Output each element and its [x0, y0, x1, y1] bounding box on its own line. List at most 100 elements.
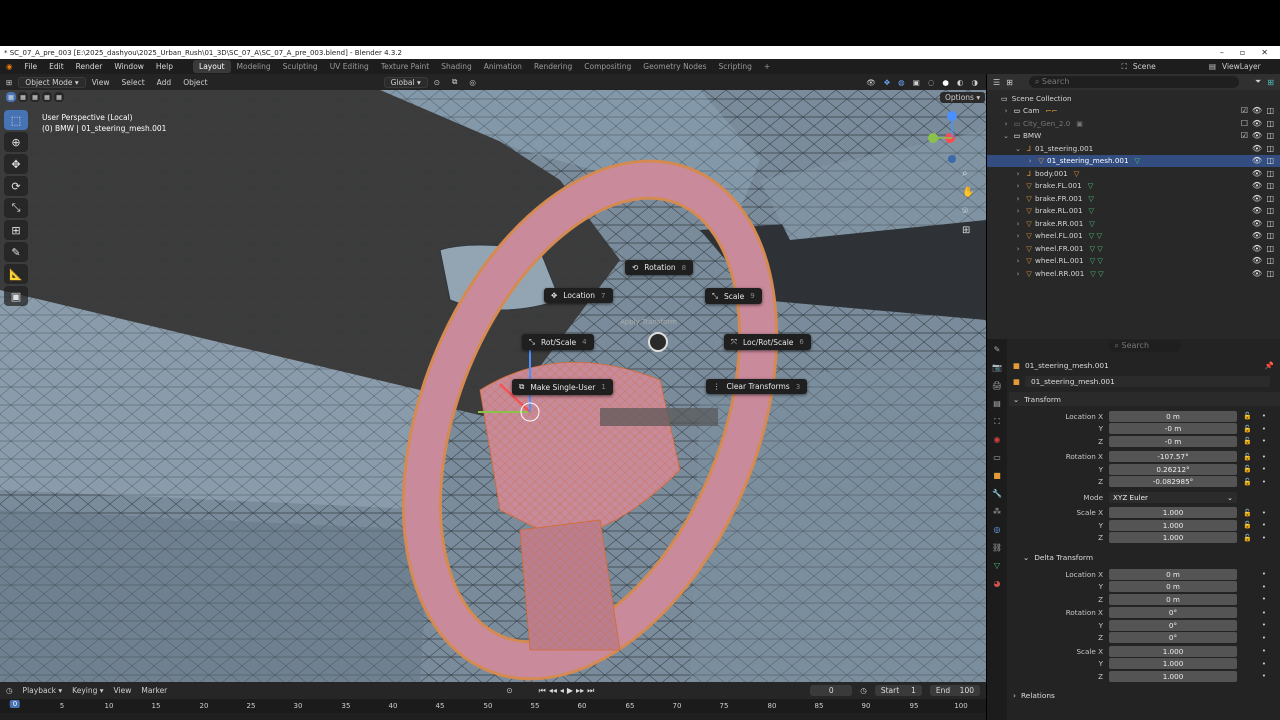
- orientation-dropdown[interactable]: Global ▾: [383, 76, 428, 88]
- tab-shading[interactable]: Shading: [435, 60, 477, 73]
- render-icon[interactable]: ◫: [1266, 169, 1274, 178]
- current-frame-field[interactable]: 0: [810, 685, 853, 696]
- delta-rotation-y-field[interactable]: 0°: [1109, 619, 1237, 631]
- solid-shading-icon[interactable]: ●: [942, 78, 949, 87]
- render-icon[interactable]: ◫: [1266, 156, 1274, 165]
- render-icon[interactable]: ◫: [1266, 131, 1274, 140]
- render-tab-icon[interactable]: 📷: [990, 363, 1004, 375]
- tab-animation[interactable]: Animation: [478, 60, 528, 73]
- pan-hand-icon[interactable]: ✋: [962, 187, 974, 198]
- play-icon[interactable]: ▶: [567, 686, 573, 696]
- outliner-row-wheel-rr[interactable]: › ▽ wheel.RR.001 ▽ ▽ 👁 ◫: [987, 267, 1280, 280]
- keyframe-dot-icon[interactable]: •: [1262, 521, 1266, 529]
- measure-icon[interactable]: 📐: [4, 264, 28, 284]
- pie-clear-transforms[interactable]: ⋮ Clear Transforms 3: [706, 379, 808, 394]
- pie-rotation[interactable]: ⟲ Rotation 8: [625, 260, 694, 275]
- pie-loc-rot-scale[interactable]: ⤧ Loc/Rot/Scale 6: [724, 334, 811, 350]
- constraints-tab-icon[interactable]: ⛓: [990, 543, 1004, 555]
- scale-z-field[interactable]: 1.000: [1109, 532, 1237, 544]
- close-icon[interactable]: ✕: [1261, 48, 1268, 57]
- menu-file[interactable]: File: [19, 62, 44, 71]
- outliner-row-body[interactable]: › ⅃ body.001 ▽ 👁 ◫: [987, 167, 1280, 180]
- rotation-y-field[interactable]: 0.26212°: [1109, 463, 1237, 475]
- scene-name[interactable]: Scene: [1133, 62, 1203, 71]
- rotate-icon[interactable]: ⟳: [4, 176, 28, 196]
- rendered-shading-icon[interactable]: ◑: [971, 78, 978, 87]
- rotation-mode-dropdown[interactable]: XYZ Euler ⌄: [1109, 491, 1237, 503]
- wireframe-shading-icon[interactable]: ◌: [928, 78, 935, 87]
- outliner-row-wheel-rl[interactable]: › ▽ wheel.RL.001 ▽ ▽ 👁 ◫: [987, 255, 1280, 268]
- eye-icon[interactable]: 👁: [1252, 131, 1262, 140]
- pie-location[interactable]: ✥ Location 7: [544, 288, 613, 303]
- select-subtract-icon[interactable]: ▦: [30, 92, 40, 102]
- render-icon[interactable]: ◫: [1266, 231, 1274, 240]
- location-y-field[interactable]: -0 m: [1109, 423, 1237, 435]
- add-workspace-icon[interactable]: +: [758, 60, 776, 73]
- outliner-row-scene-collection[interactable]: ▭ Scene Collection: [987, 92, 1280, 105]
- data-tab-icon[interactable]: ▽: [990, 561, 1004, 573]
- lock-icon[interactable]: 🔓: [1243, 453, 1252, 461]
- expand-icon[interactable]: ›: [1013, 219, 1023, 228]
- eye-icon[interactable]: 👁: [1252, 181, 1262, 190]
- viewport-options-button[interactable]: Options ▾: [940, 92, 986, 103]
- add-menu[interactable]: Add: [151, 78, 178, 87]
- render-icon[interactable]: ◫: [1266, 119, 1274, 128]
- keyframe-dot-icon[interactable]: •: [1262, 647, 1266, 655]
- maximize-icon[interactable]: ▫: [1240, 48, 1245, 57]
- playback-menu[interactable]: Playback ▾: [23, 686, 63, 695]
- tab-layout[interactable]: Layout: [193, 60, 231, 73]
- outliner-row-brake-rl[interactable]: › ▽ brake.RL.001 ▽ 👁 ◫: [987, 205, 1280, 218]
- select-invert-icon[interactable]: ▦: [42, 92, 52, 102]
- checkbox-icon[interactable]: ☑: [1241, 131, 1248, 140]
- expand-icon[interactable]: ›: [1013, 269, 1023, 278]
- tool-tab-icon[interactable]: ✎: [990, 345, 1004, 357]
- material-tab-icon[interactable]: ◕: [990, 579, 1004, 591]
- keyframe-dot-icon[interactable]: •: [1262, 609, 1266, 617]
- modifier-tab-icon[interactable]: 🔧: [990, 489, 1004, 501]
- expand-icon[interactable]: ›: [1013, 206, 1023, 215]
- scale-y-field[interactable]: 1.000: [1109, 519, 1237, 531]
- playhead[interactable]: 0: [9, 700, 21, 708]
- output-tab-icon[interactable]: 🖨: [990, 381, 1004, 393]
- lock-icon[interactable]: 🔓: [1243, 425, 1252, 433]
- outliner-row-brake-fl[interactable]: › ▽ brake.FL.001 ▽ 👁 ◫: [987, 180, 1280, 193]
- outliner-row-wheel-fr[interactable]: › ▽ wheel.FR.001 ▽ ▽ 👁 ◫: [987, 242, 1280, 255]
- delta-location-x-field[interactable]: 0 m: [1109, 568, 1237, 580]
- menu-window[interactable]: Window: [108, 62, 150, 71]
- delta-location-z-field[interactable]: 0 m: [1109, 593, 1237, 605]
- eye-icon[interactable]: 👁: [1252, 144, 1262, 153]
- scene-tab-icon[interactable]: ⛶: [990, 417, 1004, 429]
- eye-icon[interactable]: 👁: [1252, 256, 1262, 265]
- xray-icon[interactable]: ▣: [913, 78, 920, 87]
- location-z-field[interactable]: -0 m: [1109, 435, 1237, 447]
- delta-transform-header[interactable]: ⌄ Delta Transform: [1009, 550, 1280, 564]
- properties-search[interactable]: ⌕ Search: [1108, 340, 1181, 352]
- transform-panel-header[interactable]: ⌄ Transform: [1009, 392, 1280, 406]
- expand-icon[interactable]: ›: [1001, 106, 1011, 115]
- tab-scripting[interactable]: Scripting: [713, 60, 758, 73]
- rotation-z-field[interactable]: -0.082985°: [1109, 476, 1237, 488]
- rotation-x-field[interactable]: -107.57°: [1109, 451, 1237, 463]
- object-tab-icon[interactable]: ■: [990, 471, 1004, 483]
- timeline-view-menu[interactable]: View: [114, 686, 132, 695]
- display-mode-icon[interactable]: ⊞: [1006, 78, 1013, 87]
- transform-icon[interactable]: ⊞: [4, 220, 28, 240]
- eye-icon[interactable]: 👁: [1252, 231, 1262, 240]
- minimize-icon[interactable]: –: [1220, 48, 1224, 57]
- keyframe-dot-icon[interactable]: •: [1262, 672, 1266, 680]
- add-cube-icon[interactable]: ▣: [4, 286, 28, 306]
- zoom-icon[interactable]: ⌕: [962, 168, 974, 179]
- lock-icon[interactable]: 🔓: [1243, 509, 1252, 517]
- keyframe-dot-icon[interactable]: •: [1262, 478, 1266, 486]
- outliner-search[interactable]: ⌕ Search: [1028, 76, 1239, 88]
- expand-icon[interactable]: ›: [1013, 244, 1023, 253]
- new-collection-icon[interactable]: ⊞: [1267, 78, 1274, 87]
- tab-uv-editing[interactable]: UV Editing: [324, 60, 375, 73]
- menu-help[interactable]: Help: [150, 62, 179, 71]
- keyframe-dot-icon[interactable]: •: [1262, 453, 1266, 461]
- timeline-ruler[interactable]: 0 5 10 15 20 25 30 35 40 45 50 55 60 65 …: [0, 699, 986, 713]
- view-menu[interactable]: View: [86, 78, 116, 87]
- render-icon[interactable]: ◫: [1266, 244, 1274, 253]
- outliner-row-steering[interactable]: ⌄ ⅃ 01_steering.001 👁 ◫: [987, 142, 1280, 155]
- filter-icon[interactable]: ⏷: [1255, 77, 1261, 87]
